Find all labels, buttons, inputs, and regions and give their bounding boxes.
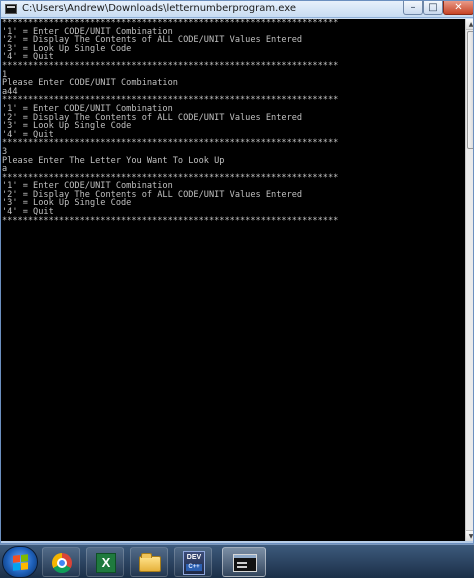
taskbar: X DEV C++ <box>0 544 474 578</box>
windows-logo-icon <box>13 554 28 571</box>
chrome-icon <box>52 553 72 573</box>
vertical-scrollbar[interactable]: ▲ ▼ <box>465 19 473 541</box>
console-line: '3' = Look Up Single Code <box>2 121 132 132</box>
console-window-icon <box>233 554 257 572</box>
folder-icon <box>139 553 161 572</box>
devcpp-label: DEV <box>186 554 202 561</box>
console-output[interactable]: ****************************************… <box>1 19 465 541</box>
scroll-up-button[interactable]: ▲ <box>466 19 473 30</box>
console-line: '3' = Look Up Single Code <box>2 198 132 209</box>
console-line: ****************************************… <box>2 60 339 71</box>
close-button[interactable]: ✕ <box>443 1 473 15</box>
console-line: ****************************************… <box>2 138 339 149</box>
window-title: C:\Users\Andrew\Downloads\letternumberpr… <box>22 3 296 14</box>
console-text: ****************************************… <box>1 19 465 225</box>
start-button[interactable] <box>2 546 38 578</box>
console-line: ****************************************… <box>2 215 339 226</box>
maximize-button[interactable]: □ <box>423 1 443 15</box>
scroll-down-button[interactable]: ▼ <box>466 530 473 541</box>
console-line: Please Enter CODE/UNIT Combination <box>2 78 178 89</box>
title-bar[interactable]: C:\Users\Andrew\Downloads\letternumberpr… <box>1 1 473 18</box>
console-line: Please Enter The Letter You Want To Look… <box>2 155 225 166</box>
scroll-thumb[interactable] <box>467 31 473 149</box>
taskbar-console-button[interactable] <box>222 547 266 577</box>
console-app-icon[interactable] <box>5 4 17 14</box>
taskbar-devcpp-button[interactable]: DEV C++ <box>174 547 212 577</box>
taskbar-explorer-button[interactable] <box>130 547 168 577</box>
devcpp-sublabel: C++ <box>186 564 202 571</box>
devcpp-icon: DEV C++ <box>183 551 205 575</box>
excel-icon: X <box>96 553 116 573</box>
console-line: '3' = Look Up Single Code <box>2 43 132 54</box>
minimize-button[interactable]: – <box>403 1 423 15</box>
taskbar-excel-button[interactable]: X <box>86 547 124 577</box>
taskbar-chrome-button[interactable] <box>42 547 80 577</box>
console-window: C:\Users\Andrew\Downloads\letternumberpr… <box>0 0 474 544</box>
